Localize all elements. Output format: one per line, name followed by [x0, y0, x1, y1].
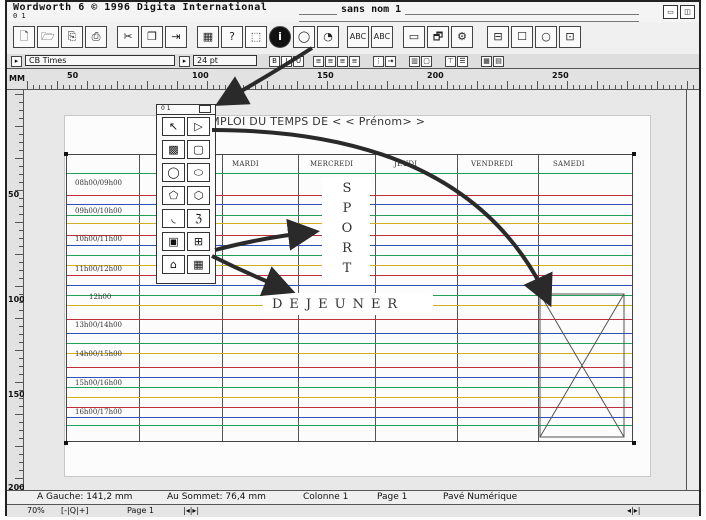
arrow-toolbar-to-palette: [215, 46, 314, 106]
arrow-text-tool-to-saturday: [211, 128, 553, 308]
arrow-palette-to-lunch: [211, 254, 296, 297]
arrow-palette-to-sport: [214, 218, 320, 252]
annotation-arrows: [211, 46, 553, 308]
